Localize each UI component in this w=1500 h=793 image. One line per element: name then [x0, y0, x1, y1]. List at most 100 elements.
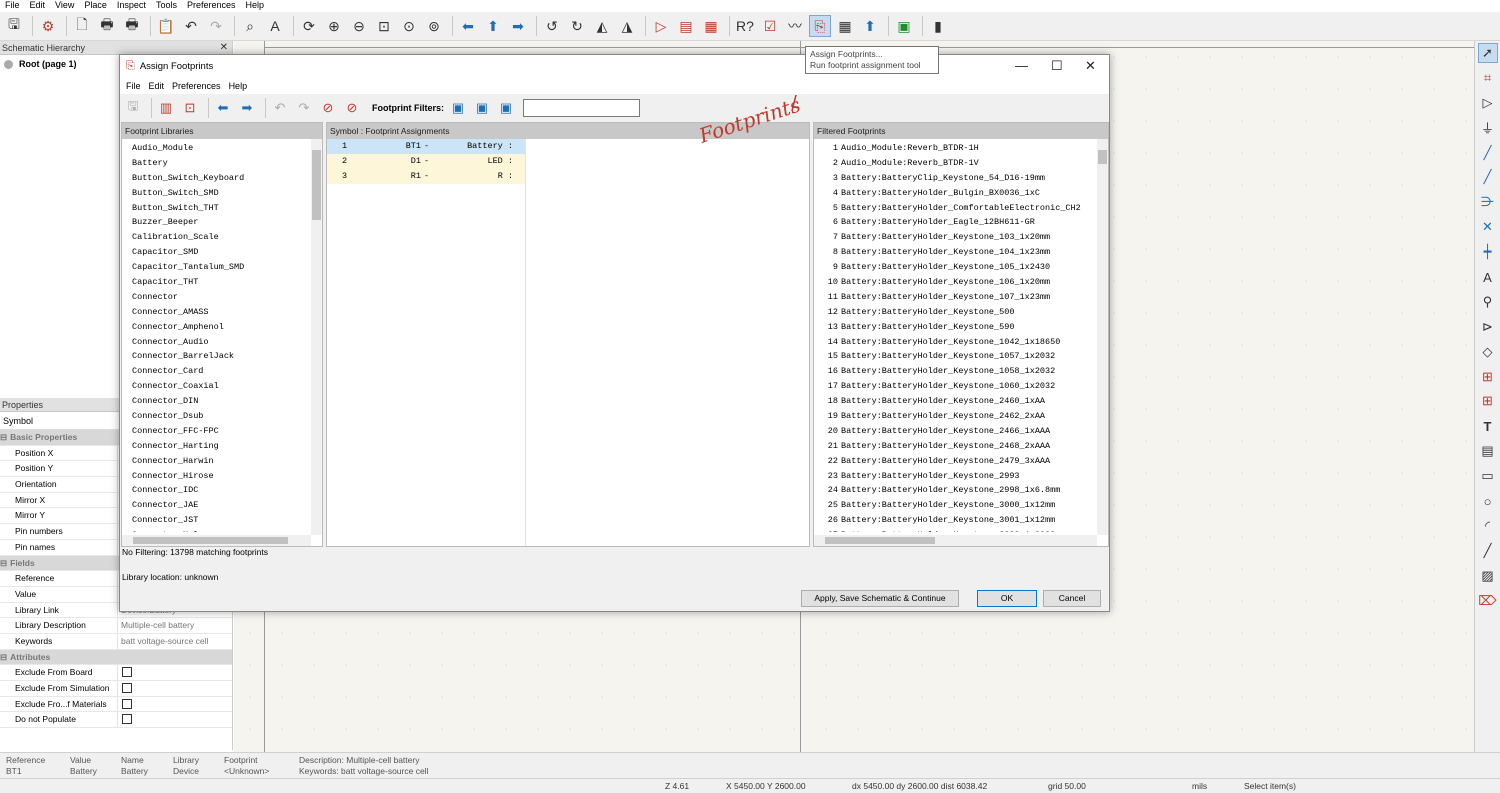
select-cursor-icon[interactable]: ➚ [1477, 43, 1498, 63]
print-icon[interactable]: 🖶 [96, 15, 118, 37]
find-icon[interactable]: ⌕ [239, 15, 261, 37]
footprint-item[interactable]: 12 Battery:BatteryHolder_Keystone_500 [814, 305, 1108, 320]
add-symbol-icon[interactable]: ▷ [1478, 93, 1498, 113]
symbol-fields-table-icon[interactable]: ▦ [700, 15, 722, 37]
dialog-menu-edit[interactable]: Edit [145, 81, 169, 91]
property-row[interactable]: Exclude From Board [0, 665, 232, 681]
filter-by-keywords-icon[interactable]: ▣ [448, 98, 468, 118]
redo-icon[interactable]: ↷ [294, 98, 314, 118]
footprint-item[interactable]: 22 Battery:BatteryHolder_Keystone_2479_3x… [814, 454, 1108, 469]
footprint-item[interactable]: 14 Battery:BatteryHolder_Keystone_1042_1x… [814, 335, 1108, 350]
redo-icon[interactable]: ↷ [205, 15, 227, 37]
delete-item-icon[interactable]: ⌦ [1478, 591, 1498, 611]
property-value[interactable] [118, 712, 232, 727]
zoom-out-icon[interactable]: ⊖ [348, 15, 370, 37]
bus-entry-icon[interactable]: ⋺ [1478, 192, 1498, 212]
save-icon[interactable]: 🖫 [123, 98, 143, 118]
library-item[interactable]: Button_Switch_Keyboard [122, 171, 322, 186]
footprint-item[interactable]: 17 Battery:BatteryHolder_Keystone_1060_1x… [814, 379, 1108, 394]
property-row[interactable]: Do not Populate [0, 712, 232, 729]
filter-by-pin-count-icon[interactable]: ▣ [472, 98, 492, 118]
zoom-area-icon[interactable]: ⊚ [423, 15, 445, 37]
net-class-icon[interactable]: ⚲ [1478, 292, 1498, 312]
libraries-hscroll[interactable] [122, 535, 311, 546]
library-list[interactable]: Audio_Module Battery Button_Switch_Keyboar… [122, 139, 322, 532]
footprints-vscroll[interactable] [1097, 139, 1108, 535]
mirror-vertical-icon[interactable]: ◭ [591, 15, 613, 37]
footprint-filter-input[interactable] [523, 99, 640, 117]
library-item[interactable]: Connector_Harwin [122, 454, 322, 469]
window-close-icon[interactable]: ✕ [1085, 58, 1096, 74]
dialog-menu-file[interactable]: File [122, 81, 145, 91]
footprint-item[interactable]: 13 Battery:BatteryHolder_Keystone_590 [814, 320, 1108, 335]
footprint-item[interactable]: 18 Battery:BatteryHolder_Keystone_2460_1x… [814, 394, 1108, 409]
footprint-item[interactable]: 3 Battery:BatteryClip_Keystone_54_D16-19m… [814, 171, 1108, 186]
library-item[interactable]: Capacitor_THT [122, 275, 322, 290]
library-item[interactable]: Button_Switch_SMD [122, 186, 322, 201]
library-item[interactable]: Connector_Dsub [122, 409, 322, 424]
property-row[interactable]: Exclude From Simulation [0, 681, 232, 697]
footprint-item[interactable]: 23 Battery:BatteryHolder_Keystone_2993 [814, 469, 1108, 484]
footprint-item[interactable]: 9 Battery:BatteryHolder_Keystone_105_1x24… [814, 260, 1108, 275]
library-item[interactable]: Connector_AMASS [122, 305, 322, 320]
assignment-row[interactable]: 1 BT1- Battery : [327, 139, 525, 154]
assignment-row[interactable]: 2 D1- LED : [327, 154, 525, 169]
minimize-icon[interactable]: — [1015, 58, 1028, 73]
library-item[interactable]: Calibration_Scale [122, 230, 322, 245]
symbol-editor-icon[interactable]: ▷ [650, 15, 672, 37]
net-label-icon[interactable]: A [1478, 267, 1498, 287]
ok-button[interactable]: OK [977, 590, 1037, 607]
libraries-vscroll[interactable] [311, 139, 322, 535]
collapse-icon[interactable]: ⊟ [0, 430, 7, 445]
page-settings-icon[interactable]: 🗋 [71, 15, 93, 37]
filter-by-library-icon[interactable]: ▣ [496, 98, 516, 118]
property-value[interactable] [118, 681, 232, 696]
menu-preferences[interactable]: Preferences [182, 0, 241, 11]
menu-view[interactable]: View [50, 0, 79, 11]
close-icon[interactable]: ✕ [220, 41, 228, 55]
footprint-item[interactable]: 27Battery:BatteryHolder_Keystone_3002_1x… [814, 528, 1108, 532]
collapse-icon[interactable]: ⊟ [0, 556, 7, 571]
menu-inspect[interactable]: Inspect [112, 0, 151, 11]
next-unassigned-icon[interactable]: ➡ [237, 98, 257, 118]
library-item[interactable]: Battery [122, 156, 322, 171]
collapse-icon[interactable]: ⊟ [0, 650, 7, 665]
library-item[interactable]: Connector_DIN [122, 394, 322, 409]
add-wire-icon[interactable]: ╱ [1478, 143, 1498, 163]
junction-icon[interactable]: ┿ [1478, 242, 1498, 262]
library-item[interactable]: Button_Switch_THT [122, 201, 322, 216]
add-circle-icon[interactable]: ○ [1478, 491, 1498, 511]
menu-file[interactable]: File [0, 0, 25, 11]
property-row[interactable]: Exclude Fro...f Materials [0, 696, 232, 713]
erc-icon[interactable]: ☑ [759, 15, 781, 37]
delete-associations-icon[interactable]: ⊘ [342, 98, 362, 118]
zoom-fit-icon[interactable]: ⊡ [373, 15, 395, 37]
add-arc-icon[interactable]: ◜ [1478, 516, 1498, 536]
footprint-item[interactable]: 6 Battery:BatteryHolder_Eagle_12BH611-GR [814, 215, 1108, 230]
footprint-item[interactable]: 26 Battery:BatteryHolder_Keystone_3001_1x… [814, 513, 1108, 528]
library-table-icon[interactable]: ▥ [156, 98, 176, 118]
library-item[interactable]: Audio_Module [122, 141, 322, 156]
cancel-button[interactable]: Cancel [1043, 590, 1101, 607]
add-rectangle-icon[interactable]: ▭ [1478, 466, 1498, 486]
assignment-row[interactable]: 3 R1- R : [327, 169, 525, 184]
footprint-item[interactable]: 5 Battery:BatteryHolder_ComfortableElectr… [814, 201, 1108, 216]
property-row[interactable]: Keywords batt voltage-source cell [0, 633, 232, 650]
dialog-menu-preferences[interactable]: Preferences [168, 81, 225, 91]
add-sheet-icon[interactable]: ⊞ [1478, 367, 1498, 387]
menu-place[interactable]: Place [79, 0, 112, 11]
highlight-net-icon[interactable]: ⌗ [1478, 68, 1498, 88]
footprint-item[interactable]: 21 Battery:BatteryHolder_Keystone_2468_2x… [814, 439, 1108, 454]
add-textbox-icon[interactable]: ▤ [1478, 441, 1498, 461]
zoom-in-icon[interactable]: ⊕ [323, 15, 345, 37]
library-item[interactable]: Connector_Harting [122, 439, 322, 454]
menu-help[interactable]: Help [240, 0, 269, 11]
footprint-item[interactable]: 4 Battery:BatteryHolder_Bulgin_BX0036_1xC [814, 186, 1108, 201]
undo-icon[interactable]: ↶ [270, 98, 290, 118]
footprint-item[interactable]: 10 Battery:BatteryHolder_Keystone_106_1x2… [814, 275, 1108, 290]
footprint-item[interactable]: 19 Battery:BatteryHolder_Keystone_2462_2x… [814, 409, 1108, 424]
find-replace-icon[interactable]: A [264, 15, 286, 37]
dialog-menu-help[interactable]: Help [225, 81, 252, 91]
open-pcb-icon[interactable]: ▣ [893, 15, 915, 37]
footprints-hscroll[interactable] [814, 535, 1097, 546]
